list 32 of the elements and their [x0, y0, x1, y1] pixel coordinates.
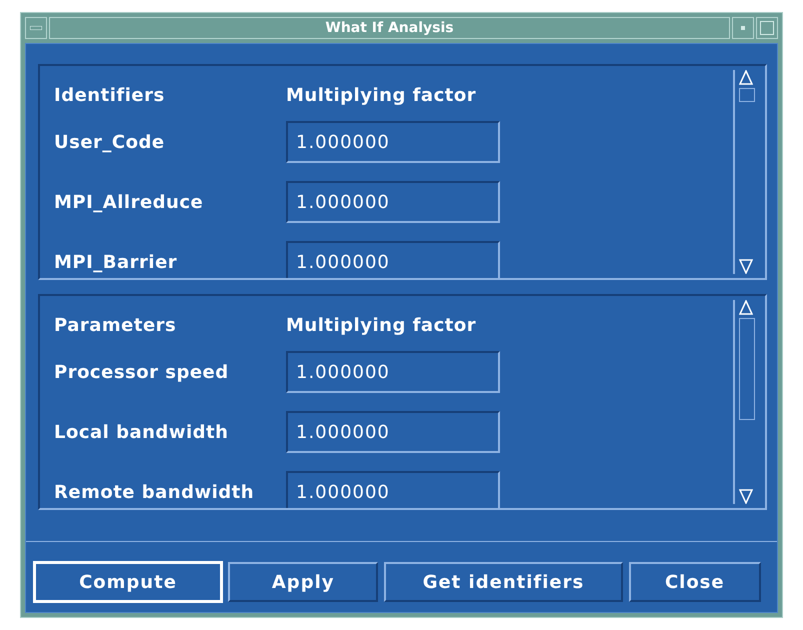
column-heading: Multiplying factor [286, 314, 478, 336]
scroll-up-icon[interactable] [739, 70, 753, 86]
scroll-down-icon[interactable] [739, 488, 753, 504]
square-icon [760, 21, 774, 35]
row-label: User_Code [54, 132, 166, 152]
factor-field[interactable]: 1.000000 [286, 121, 500, 163]
minimize-button[interactable] [732, 17, 754, 39]
column-heading: Multiplying factor [286, 84, 478, 106]
factor-field[interactable]: 1.000000 [286, 181, 500, 223]
factor-field[interactable]: 1.000000 [286, 351, 500, 393]
column-heading: Parameters [54, 314, 178, 336]
dialog-button[interactable]: Get identifiers [384, 562, 623, 602]
window-menu-button[interactable] [25, 17, 47, 39]
row-label: MPI_Barrier [54, 252, 178, 272]
minus-icon [30, 26, 42, 30]
dialog-button[interactable]: Compute [34, 562, 222, 602]
maximize-button[interactable] [756, 17, 778, 39]
factor-field[interactable]: 1.000000 [286, 471, 500, 508]
scroll-down-icon[interactable] [739, 258, 753, 274]
scroll-up-icon[interactable] [739, 300, 753, 316]
scroll-thumb[interactable] [739, 88, 755, 102]
row-label: Processor speed [54, 362, 230, 382]
dialog-button[interactable]: Apply [228, 562, 378, 602]
window-title: What If Analysis [49, 17, 730, 39]
column-heading: Identifiers [54, 84, 166, 106]
dialog-button[interactable]: Close [628, 562, 761, 602]
row-label: MPI_Allreduce [54, 192, 204, 212]
scroll-thumb[interactable] [739, 318, 755, 420]
row-label: Remote bandwidth [54, 482, 256, 502]
row-label: Local bandwidth [54, 422, 230, 442]
factor-field[interactable]: 1.000000 [286, 411, 500, 453]
factor-field[interactable]: 1.000000 [286, 241, 500, 278]
